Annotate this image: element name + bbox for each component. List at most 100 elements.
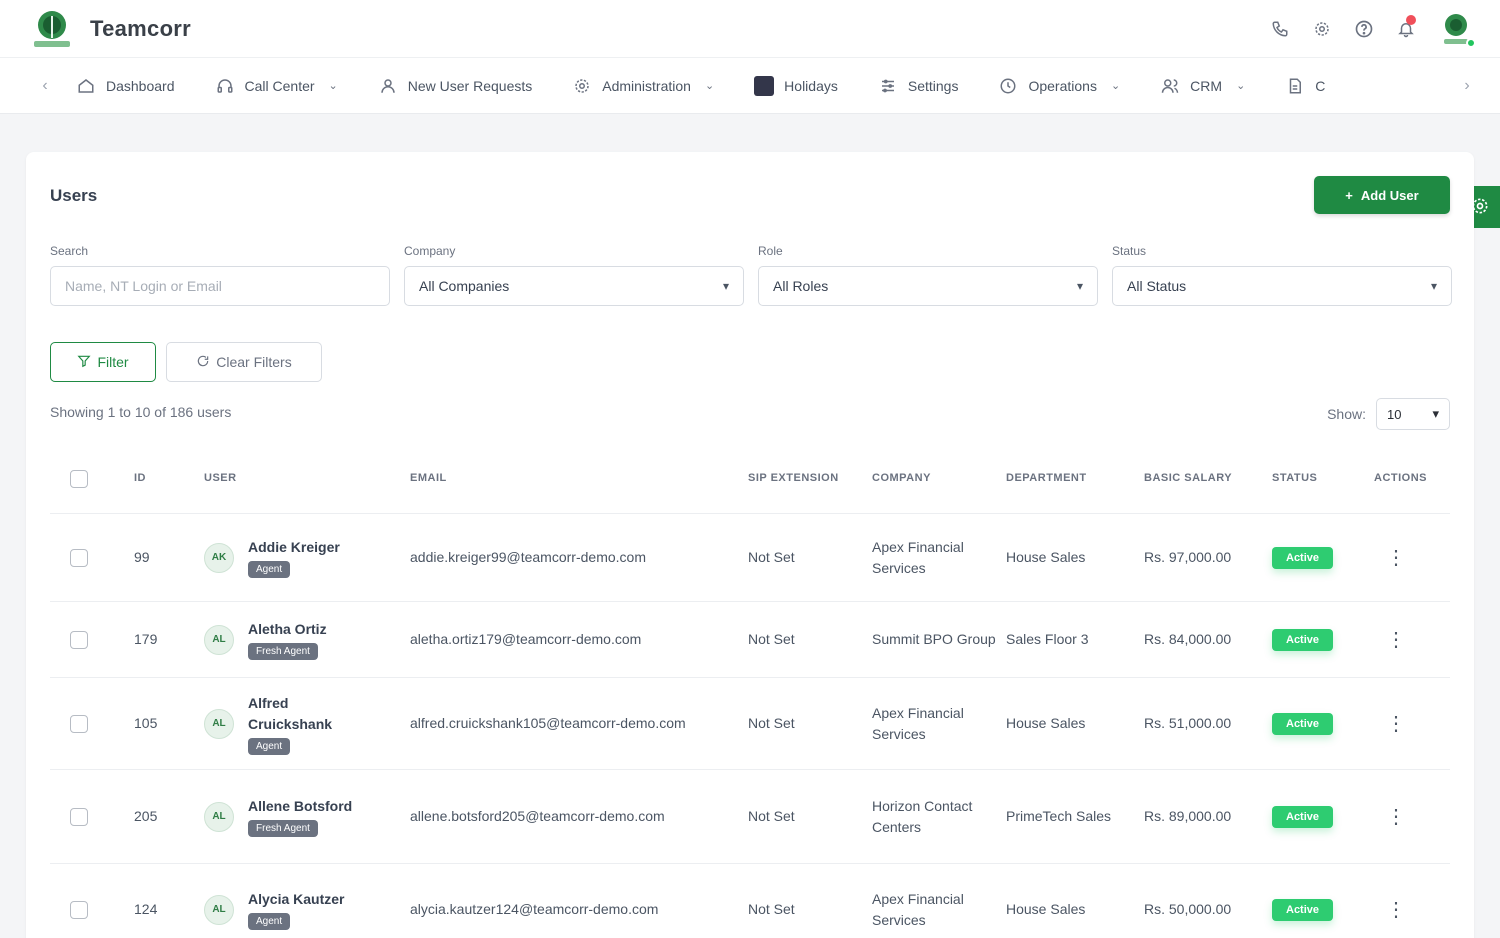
company-select-value: All Companies (419, 278, 510, 294)
more-actions-icon[interactable]: ⋮ (1374, 899, 1406, 921)
top-bar: Teamcorr (0, 0, 1500, 58)
column-header-user[interactable]: USER (204, 470, 410, 488)
column-header-status: STATUS (1272, 471, 1318, 484)
nav-item-administration[interactable]: Administration ⌄ (572, 76, 714, 96)
chevron-down-icon: ⌄ (1110, 80, 1121, 92)
column-header-salary[interactable]: BASIC SALARY (1144, 470, 1272, 488)
more-actions-icon[interactable]: ⋮ (1374, 713, 1406, 735)
clear-filters-label: Clear Filters (216, 354, 292, 370)
nav-item-c[interactable]: C (1285, 76, 1325, 96)
phone-icon[interactable] (1270, 19, 1290, 39)
plus-icon: + (1345, 187, 1353, 203)
company-name: Horizon Contact Centers (872, 797, 973, 835)
status-select[interactable]: All Status ▾ (1112, 266, 1452, 306)
cog-icon (572, 76, 592, 96)
chevron-down-icon: ⌄ (1236, 80, 1246, 92)
user-avatar[interactable] (1438, 11, 1476, 48)
user-name[interactable]: Aletha Ortiz (248, 619, 327, 640)
more-actions-icon[interactable]: ⋮ (1374, 547, 1406, 569)
nav-item-dashboard[interactable]: Dashboard (76, 76, 175, 96)
user-plus-icon (378, 76, 398, 96)
filter-button[interactable]: Filter (50, 342, 156, 382)
clear-filters-button[interactable]: Clear Filters (166, 342, 322, 382)
status-badge[interactable]: Active (1272, 546, 1334, 569)
status-badge[interactable]: Active (1272, 712, 1334, 735)
avatar: AK (204, 542, 234, 573)
user-id: 99 (134, 549, 150, 565)
nav-item-call-center[interactable]: Call Center ⌄ (215, 76, 338, 96)
home-icon (76, 76, 96, 96)
nav-item-crm[interactable]: CRM ⌄ (1160, 76, 1245, 96)
avatar: AL (204, 894, 234, 925)
select-all-checkbox[interactable] (70, 469, 88, 488)
table-header: ID USER EMAIL SIP EXTENSION COMPANY DEPA… (50, 444, 1450, 514)
status-badge[interactable]: Active (1272, 805, 1334, 828)
search-label: Search (50, 244, 89, 258)
nav-label: New User Requests (407, 77, 533, 94)
row-checkbox[interactable] (70, 807, 88, 826)
page-size-select[interactable]: 10 ▾ (1376, 398, 1450, 430)
chevron-down-icon: ⌄ (704, 80, 715, 92)
company-select[interactable]: All Companies ▾ (404, 266, 744, 306)
page-size-label: Show: (1327, 406, 1366, 422)
column-header-company[interactable]: COMPANY (872, 470, 1006, 488)
user-id: 205 (134, 808, 158, 824)
user-id: 124 (134, 901, 158, 917)
user-email: aletha.ortiz179@teamcorr-demo.com (410, 631, 642, 647)
table-row: 179 AL Aletha Ortiz Fresh Agent aletha.o… (50, 602, 1450, 678)
row-checkbox[interactable] (70, 900, 88, 919)
nav-scroll-right-icon[interactable]: › (1452, 58, 1482, 113)
people-icon (1160, 76, 1180, 96)
more-actions-icon[interactable]: ⋮ (1374, 629, 1406, 651)
refresh-icon (196, 354, 210, 371)
gear-icon[interactable] (1312, 19, 1332, 39)
company-name: Apex Financial Services (872, 890, 964, 928)
avatar: AL (204, 624, 234, 655)
results-summary: Showing 1 to 10 of 186 users (50, 404, 232, 420)
status-badge[interactable]: Active (1272, 628, 1334, 651)
role-badge: Agent (248, 913, 291, 930)
user-name[interactable]: Allene Botsford (248, 796, 352, 817)
nav-item-new-user-requests[interactable]: New User Requests (378, 76, 533, 96)
user-name[interactable]: Addie Kreiger (248, 537, 340, 558)
column-header-id[interactable]: ID (134, 470, 204, 488)
notification-dot (1406, 14, 1416, 25)
column-header-department[interactable]: DEPARTMENT (1006, 470, 1144, 488)
company-name: Apex Financial Services (872, 538, 964, 576)
status-select-value: All Status (1127, 278, 1187, 294)
add-user-button[interactable]: + Add User (1314, 176, 1450, 214)
row-checkbox[interactable] (70, 630, 88, 649)
clock-icon (998, 76, 1018, 96)
nav-label: C (1315, 77, 1326, 94)
status-badge[interactable]: Active (1272, 898, 1334, 921)
row-checkbox[interactable] (70, 714, 88, 733)
page-title: Users (50, 186, 98, 205)
search-input[interactable] (50, 266, 390, 306)
filter-bar: Search Company All Companies ▾ Role All … (50, 244, 1452, 306)
department-name: House Sales (1006, 715, 1086, 731)
nav-label: CRM (1190, 77, 1223, 94)
user-name[interactable]: Alfred Cruickshank (248, 693, 358, 735)
department-name: Sales Floor 3 (1006, 631, 1089, 647)
column-header-sip[interactable]: SIP EXTENSION (748, 470, 872, 488)
chevron-down-icon: ▾ (722, 279, 729, 293)
user-email: addie.kreiger99@teamcorr-demo.com (410, 549, 646, 565)
company-label: Company (404, 244, 456, 258)
role-badge: Agent (248, 737, 291, 755)
teamcorr-logo[interactable] (26, 7, 78, 51)
user-name[interactable]: Alycia Kautzer (248, 889, 344, 910)
nav-item-holidays[interactable]: Holidays (754, 75, 838, 96)
role-badge: Fresh Agent (248, 643, 318, 660)
nav-item-settings[interactable]: Settings (878, 76, 958, 96)
nav-item-operations[interactable]: Operations ⌄ (998, 76, 1120, 96)
nav-scroll-left-icon[interactable]: ‹ (30, 58, 60, 113)
column-header-email[interactable]: EMAIL (410, 470, 748, 488)
row-checkbox[interactable] (70, 548, 88, 567)
more-actions-icon[interactable]: ⋮ (1374, 806, 1406, 828)
basic-salary: Rs. 97,000.00 (1144, 549, 1232, 565)
bell-icon[interactable] (1396, 14, 1416, 39)
role-label: Role (758, 244, 783, 258)
role-select[interactable]: All Roles ▾ (758, 266, 1098, 306)
help-icon[interactable] (1354, 19, 1374, 39)
basic-salary: Rs. 51,000.00 (1144, 715, 1232, 731)
